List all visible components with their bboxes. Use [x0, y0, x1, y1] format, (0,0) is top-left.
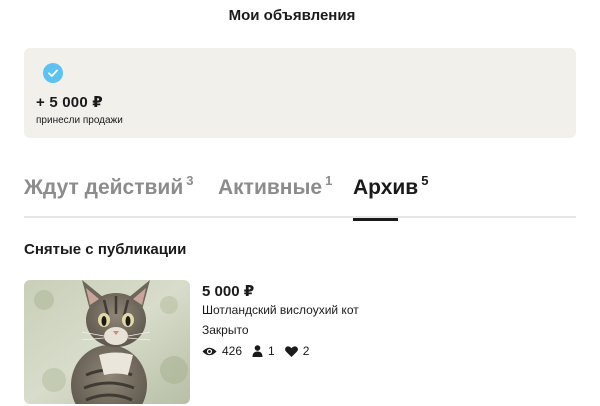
contacts-count: 1 — [268, 344, 275, 358]
tab-archive[interactable]: Архив 5 — [353, 173, 429, 221]
section-title: Снятые с публикации — [24, 241, 187, 258]
tab-label: Архив — [353, 176, 419, 199]
tab-label: Активные — [218, 176, 323, 199]
sales-caption: принесли продажи — [36, 115, 123, 126]
tab-awaiting-action[interactable]: Ждут действий 3 — [24, 173, 194, 218]
sales-amount: + 5 000 ₽ — [36, 94, 103, 111]
listing-status: Закрыто — [202, 323, 249, 337]
eye-icon — [202, 347, 217, 355]
heart-icon — [284, 345, 298, 357]
listing-title[interactable]: Шотландский вислоухий кот — [202, 303, 359, 317]
listing-price: 5 000 ₽ — [202, 283, 255, 300]
favorites-stat: 2 — [284, 344, 310, 358]
tab-label: Ждут действий — [24, 176, 184, 199]
page-title: Мои объявления — [228, 7, 356, 24]
person-icon — [252, 345, 263, 357]
tab-count: 5 — [421, 173, 429, 188]
favorites-count: 2 — [302, 344, 310, 358]
listing-photo[interactable] — [24, 280, 190, 404]
sales-summary-card: + 5 000 ₽ принесли продажи — [24, 48, 576, 138]
listing-card[interactable]: 5 000 ₽ Шотландский вислоухий кот Закрыт… — [24, 280, 576, 404]
check-circle-icon — [43, 63, 63, 83]
listing-tabs: Ждут действий 3 Активные 1 Архив 5 — [24, 173, 576, 221]
listing-stats: 426 1 2 — [202, 344, 319, 358]
tab-count: 1 — [325, 173, 333, 188]
tab-active[interactable]: Активные 1 — [218, 173, 333, 218]
views-stat: 426 — [202, 344, 242, 358]
contacts-stat: 1 — [252, 344, 275, 358]
views-count: 426 — [222, 344, 243, 358]
tab-count: 3 — [186, 173, 194, 188]
